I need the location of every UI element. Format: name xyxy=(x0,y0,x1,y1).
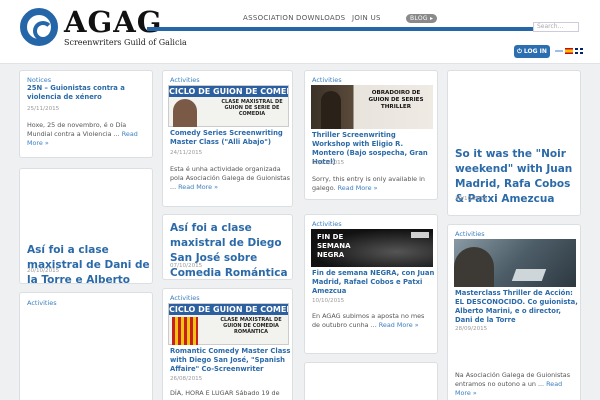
language-switcher xyxy=(555,48,583,54)
post-title[interactable]: Masterclass Thriller de Acción: EL DESCO… xyxy=(455,289,579,325)
post-excerpt: DÍA, HORA E LUGAR Sábado 19 de xyxy=(170,389,280,397)
post-card xyxy=(304,362,438,400)
post-title[interactable]: 25N – Guionistas contra a violencia de x… xyxy=(27,84,149,102)
post-card: Notices 25N – Guionistas contra a violen… xyxy=(19,70,153,158)
post-date: 29/10/2015 xyxy=(455,196,488,202)
post-date: 10/10/2015 xyxy=(312,298,345,304)
post-excerpt: Esta é unha actividade organizada pola A… xyxy=(170,165,290,192)
thumbnail-heading: CICLO DE GUION DE COMEDIA xyxy=(169,86,288,97)
thumbnail-subtitle: CLASE MAXISTRAL DE GUION DE SERIE DE COM… xyxy=(221,99,283,117)
read-more-link[interactable]: Read More » xyxy=(338,184,378,192)
post-card: Activities CICLO DE GUION DE COMEDIA CLA… xyxy=(162,70,293,207)
post-excerpt: Sorry, this entry is only available in g… xyxy=(312,175,434,193)
post-category[interactable]: Activities xyxy=(170,76,200,84)
post-title[interactable]: Así foi a clase maxistral de Dani de la … xyxy=(27,243,151,283)
post-thumbnail[interactable]: OBRADOIRO DE GUION DE SERIES THRILLER xyxy=(311,85,433,129)
thumbnail-subtitle: CLASE MAXISTRAL DE GUION DE COMEDIA ROMÁ… xyxy=(220,317,282,335)
read-more-link[interactable]: Read More » xyxy=(178,183,218,191)
post-date: 26/08/2015 xyxy=(170,376,203,382)
galician-flag-icon[interactable] xyxy=(555,48,563,54)
portrait-image xyxy=(173,99,197,127)
post-thumbnail[interactable]: FIN DE SEMANA NEGRA xyxy=(311,229,433,267)
post-excerpt: En AGAG subimos a aposta no mes de outub… xyxy=(312,312,434,330)
spanish-flag-icon[interactable] xyxy=(565,48,573,54)
post-date: 20/10/2015 xyxy=(27,268,60,274)
search-input[interactable]: Search... xyxy=(533,22,579,32)
nav-downloads[interactable]: DOWNLOADS xyxy=(296,14,345,22)
nav-join-us[interactable]: JOIN US xyxy=(352,14,381,22)
post-card: So it was the "Noir weekend" with Juan M… xyxy=(447,70,581,216)
post-category[interactable]: Activities xyxy=(170,294,200,302)
read-more-link[interactable]: Read More » xyxy=(379,321,419,329)
agag-mini-logo-icon xyxy=(411,232,429,238)
brand-subtitle: Screenwriters Guild of Galicia xyxy=(64,38,187,47)
post-thumbnail[interactable]: CICLO DE GUION DE COMEDIA CLASE MAXISTRA… xyxy=(168,303,289,345)
english-flag-icon[interactable] xyxy=(575,48,583,54)
post-title[interactable]: Fin de semana NEGRA, con Juan Madrid, Ra… xyxy=(312,269,436,296)
excerpt-text: Hoxe, 25 de novembro, é o Día Mundial co… xyxy=(27,121,127,138)
car-image xyxy=(511,269,547,281)
post-card: Activities Masterclass Thriller de Acció… xyxy=(447,224,581,400)
nav-association[interactable]: ASSOCIATION xyxy=(243,14,294,22)
post-card: Activities FIN DE SEMANA NEGRA Fin de se… xyxy=(304,214,438,354)
agag-logo-icon[interactable] xyxy=(20,8,58,46)
post-date: 28/09/2015 xyxy=(455,326,488,332)
post-card: Activities xyxy=(19,292,153,400)
post-card: Activities OBRADOIRO DE GUION DE SERIES … xyxy=(304,70,438,200)
header-divider xyxy=(147,27,575,31)
post-category[interactable]: Activities xyxy=(312,220,342,228)
login-button[interactable]: ⏻ LOG IN xyxy=(514,45,550,58)
post-card: Así foi a clase maxistral de Dani de la … xyxy=(19,168,153,284)
post-category[interactable]: Activities xyxy=(455,230,485,238)
portrait-image xyxy=(321,91,341,129)
post-thumbnail[interactable] xyxy=(454,239,576,287)
post-excerpt: Na Asociación Galega de Guionistas entra… xyxy=(455,371,577,398)
post-category[interactable]: Notices xyxy=(27,76,51,84)
site-header: AGAG Screenwriters Guild of Galicia ASSO… xyxy=(0,0,600,64)
post-category[interactable]: Activities xyxy=(312,76,342,84)
thumbnail-heading: FIN DE SEMANA NEGRA xyxy=(317,233,351,259)
portrait-image xyxy=(454,247,494,287)
post-category[interactable]: Activities xyxy=(27,299,57,307)
post-title[interactable]: Comedy Series Screenwriting Master Class… xyxy=(170,129,292,147)
post-card: Así foi a clase maxistral de Diego San J… xyxy=(162,214,293,280)
post-date: 24/11/2015 xyxy=(170,150,203,156)
thumbnail-heading: CICLO DE GUION DE COMEDIA xyxy=(169,304,288,315)
post-date: 03/11/2015 xyxy=(312,160,345,166)
post-title[interactable]: Romantic Comedy Master Class with Diego … xyxy=(170,347,292,374)
poster-image xyxy=(172,317,198,345)
post-card: Activities CICLO DE GUION DE COMEDIA CLA… xyxy=(162,288,293,400)
post-date: 07/10/2015 xyxy=(170,263,203,269)
login-label: LOG IN xyxy=(523,48,547,55)
nav-blog[interactable]: BLOG ▸ xyxy=(406,14,438,23)
brand-name[interactable]: AGAG xyxy=(64,6,163,38)
post-title[interactable]: Así foi a clase maxistral de Diego San J… xyxy=(170,221,292,279)
post-date: 25/11/2015 xyxy=(27,106,60,112)
post-excerpt: Hoxe, 25 de novembro, é o Día Mundial co… xyxy=(27,121,149,148)
thumbnail-heading: OBRADOIRO DE GUION DE SERIES THRILLER xyxy=(368,90,424,110)
post-thumbnail[interactable]: CICLO DE GUION DE COMEDIA CLASE MAXISTRA… xyxy=(168,85,289,127)
